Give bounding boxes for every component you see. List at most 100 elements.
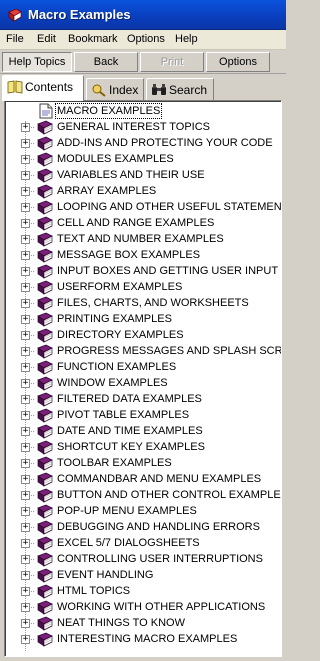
options-button[interactable]: Options	[206, 52, 270, 72]
closed-book-icon	[37, 488, 53, 503]
expand-plus-icon[interactable]: +	[21, 379, 30, 388]
tree-item[interactable]: + EXCEL 5/7 DIALOGSHEETS	[5, 535, 281, 551]
tree-item[interactable]: + FILES, CHARTS, AND WORKSHEETS	[5, 295, 281, 311]
expand-plus-icon[interactable]: +	[21, 283, 30, 292]
menu-bookmark[interactable]: Bookmark	[68, 33, 118, 45]
tree-item-label: NEAT THINGS TO KNOW	[57, 617, 185, 629]
tree-item[interactable]: + MODULES EXAMPLES	[5, 151, 281, 167]
expand-plus-icon[interactable]: +	[21, 299, 30, 308]
tree-item[interactable]: + PIVOT TABLE EXAMPLES	[5, 407, 281, 423]
tab-index[interactable]: Index	[86, 78, 144, 100]
expand-plus-icon[interactable]: +	[21, 187, 30, 196]
tree-item[interactable]: + GENERAL INTEREST TOPICS	[5, 119, 281, 135]
tree-item[interactable]: + CONTROLLING USER INTERRUPTIONS	[5, 551, 281, 567]
tree-item[interactable]: + INTERESTING MACRO EXAMPLES	[5, 631, 281, 647]
expand-plus-icon[interactable]: +	[21, 587, 30, 596]
expand-plus-icon[interactable]: +	[21, 331, 30, 340]
expand-plus-icon[interactable]: +	[21, 571, 30, 580]
closed-book-icon	[37, 328, 53, 343]
tree-item[interactable]: + CELL AND RANGE EXAMPLES	[5, 215, 281, 231]
tree-item[interactable]: + VARIABLES AND THEIR USE	[5, 167, 281, 183]
expand-plus-icon[interactable]: +	[21, 347, 30, 356]
tree-item[interactable]: + BUTTON AND OTHER CONTROL EXAMPLES	[5, 487, 281, 503]
tree-item[interactable]: + WINDOW EXAMPLES	[5, 375, 281, 391]
closed-book-icon	[37, 136, 53, 151]
print-button[interactable]: Print	[140, 52, 204, 72]
expand-plus-icon[interactable]: +	[21, 203, 30, 212]
help-topics-button[interactable]: Help Topics	[2, 52, 72, 72]
expand-plus-icon[interactable]: +	[21, 411, 30, 420]
tree-item[interactable]: + MESSAGE BOX EXAMPLES	[5, 247, 281, 263]
tab-search[interactable]: Search	[146, 78, 214, 100]
tree-root-item[interactable]: MACRO EXAMPLES	[5, 103, 281, 119]
closed-book-icon	[37, 216, 53, 231]
closed-book-icon	[37, 248, 53, 263]
tree-item[interactable]: + DEBUGGING AND HANDLING ERRORS	[5, 519, 281, 535]
expand-plus-icon[interactable]: +	[21, 363, 30, 372]
tree-item-label: DEBUGGING AND HANDLING ERRORS	[57, 521, 260, 533]
expand-plus-icon[interactable]: +	[21, 475, 30, 484]
tree-item-label: GENERAL INTEREST TOPICS	[57, 121, 211, 133]
tab-contents[interactable]: Contents	[2, 75, 84, 101]
expand-plus-icon[interactable]: +	[21, 635, 30, 644]
expand-plus-icon[interactable]: +	[21, 395, 30, 404]
tree-item[interactable]: + INPUT BOXES AND GETTING USER INPUT	[5, 263, 281, 279]
tree-item-label: FILTERED DATA EXAMPLES	[57, 393, 202, 405]
tree-item[interactable]: + WORKING WITH OTHER APPLICATIONS	[5, 599, 281, 615]
tree-item-label: COMMANDBAR AND MENU EXAMPLES	[57, 473, 262, 485]
tree-item[interactable]: + PRINTING EXAMPLES	[5, 311, 281, 327]
help-book-icon[interactable]	[7, 7, 23, 23]
tree-item[interactable]: + POP-UP MENU EXAMPLES	[5, 503, 281, 519]
tree-item-label: ARRAY EXAMPLES	[57, 185, 157, 197]
menu-options[interactable]: Options	[127, 33, 165, 45]
closed-book-icon	[37, 264, 53, 279]
closed-book-icon	[37, 536, 53, 551]
expand-plus-icon[interactable]: +	[21, 523, 30, 532]
expand-plus-icon[interactable]: +	[21, 267, 30, 276]
tree-item[interactable]: + COMMANDBAR AND MENU EXAMPLES	[5, 471, 281, 487]
title-bar[interactable]: Macro Examples	[0, 0, 286, 30]
expand-plus-icon[interactable]: +	[21, 619, 30, 628]
tree-item[interactable]: + ARRAY EXAMPLES	[5, 183, 281, 199]
contents-panel[interactable]: MACRO EXAMPLES + GENERAL INTEREST TOPICS +…	[4, 100, 282, 657]
tree-item[interactable]: + EVENT HANDLING	[5, 567, 281, 583]
menu-help[interactable]: Help	[175, 33, 198, 45]
tree-item-label: CONTROLLING USER INTERRUPTIONS	[57, 553, 263, 565]
closed-book-icon	[37, 184, 53, 199]
expand-plus-icon[interactable]: +	[21, 491, 30, 500]
tree-item[interactable]: + TEXT AND NUMBER EXAMPLES	[5, 231, 281, 247]
expand-plus-icon[interactable]: +	[21, 555, 30, 564]
closed-book-icon	[37, 360, 53, 375]
expand-plus-icon[interactable]: +	[21, 171, 30, 180]
tree-item[interactable]: + SHORTCUT KEY EXAMPLES	[5, 439, 281, 455]
tree-item[interactable]: + DIRECTORY EXAMPLES	[5, 327, 281, 343]
expand-plus-icon[interactable]: +	[21, 235, 30, 244]
tree-item[interactable]: + ADD-INS AND PROTECTING YOUR CODE	[5, 135, 281, 151]
expand-plus-icon[interactable]: +	[21, 507, 30, 516]
expand-plus-icon[interactable]: +	[21, 219, 30, 228]
tree-item[interactable]: + PROGRESS MESSAGES AND SPLASH SCREENS	[5, 343, 281, 359]
expand-plus-icon[interactable]: +	[21, 139, 30, 148]
expand-plus-icon[interactable]: +	[21, 315, 30, 324]
expand-plus-icon[interactable]: +	[21, 539, 30, 548]
expand-plus-icon[interactable]: +	[21, 251, 30, 260]
expand-plus-icon[interactable]: +	[21, 603, 30, 612]
expand-plus-icon[interactable]: +	[21, 155, 30, 164]
menu-file[interactable]: File	[6, 33, 24, 45]
menu-edit[interactable]: Edit	[37, 33, 56, 45]
tree-item-label: INPUT BOXES AND GETTING USER INPUT	[57, 265, 279, 277]
expand-plus-icon[interactable]: +	[21, 427, 30, 436]
expand-plus-icon[interactable]: +	[21, 443, 30, 452]
closed-book-icon	[37, 520, 53, 535]
back-button[interactable]: Back	[74, 52, 138, 72]
tree-item[interactable]: + DATE AND TIME EXAMPLES	[5, 423, 281, 439]
expand-plus-icon[interactable]: +	[21, 459, 30, 468]
tree-item[interactable]: + TOOLBAR EXAMPLES	[5, 455, 281, 471]
tree-item[interactable]: + FILTERED DATA EXAMPLES	[5, 391, 281, 407]
tree-item[interactable]: + NEAT THINGS TO KNOW	[5, 615, 281, 631]
tree-item[interactable]: + LOOPING AND OTHER USEFUL STATEMENTS	[5, 199, 281, 215]
expand-plus-icon[interactable]: +	[21, 123, 30, 132]
tree-item[interactable]: + HTML TOPICS	[5, 583, 281, 599]
tree-item[interactable]: + USERFORM EXAMPLES	[5, 279, 281, 295]
tree-item[interactable]: + FUNCTION EXAMPLES	[5, 359, 281, 375]
